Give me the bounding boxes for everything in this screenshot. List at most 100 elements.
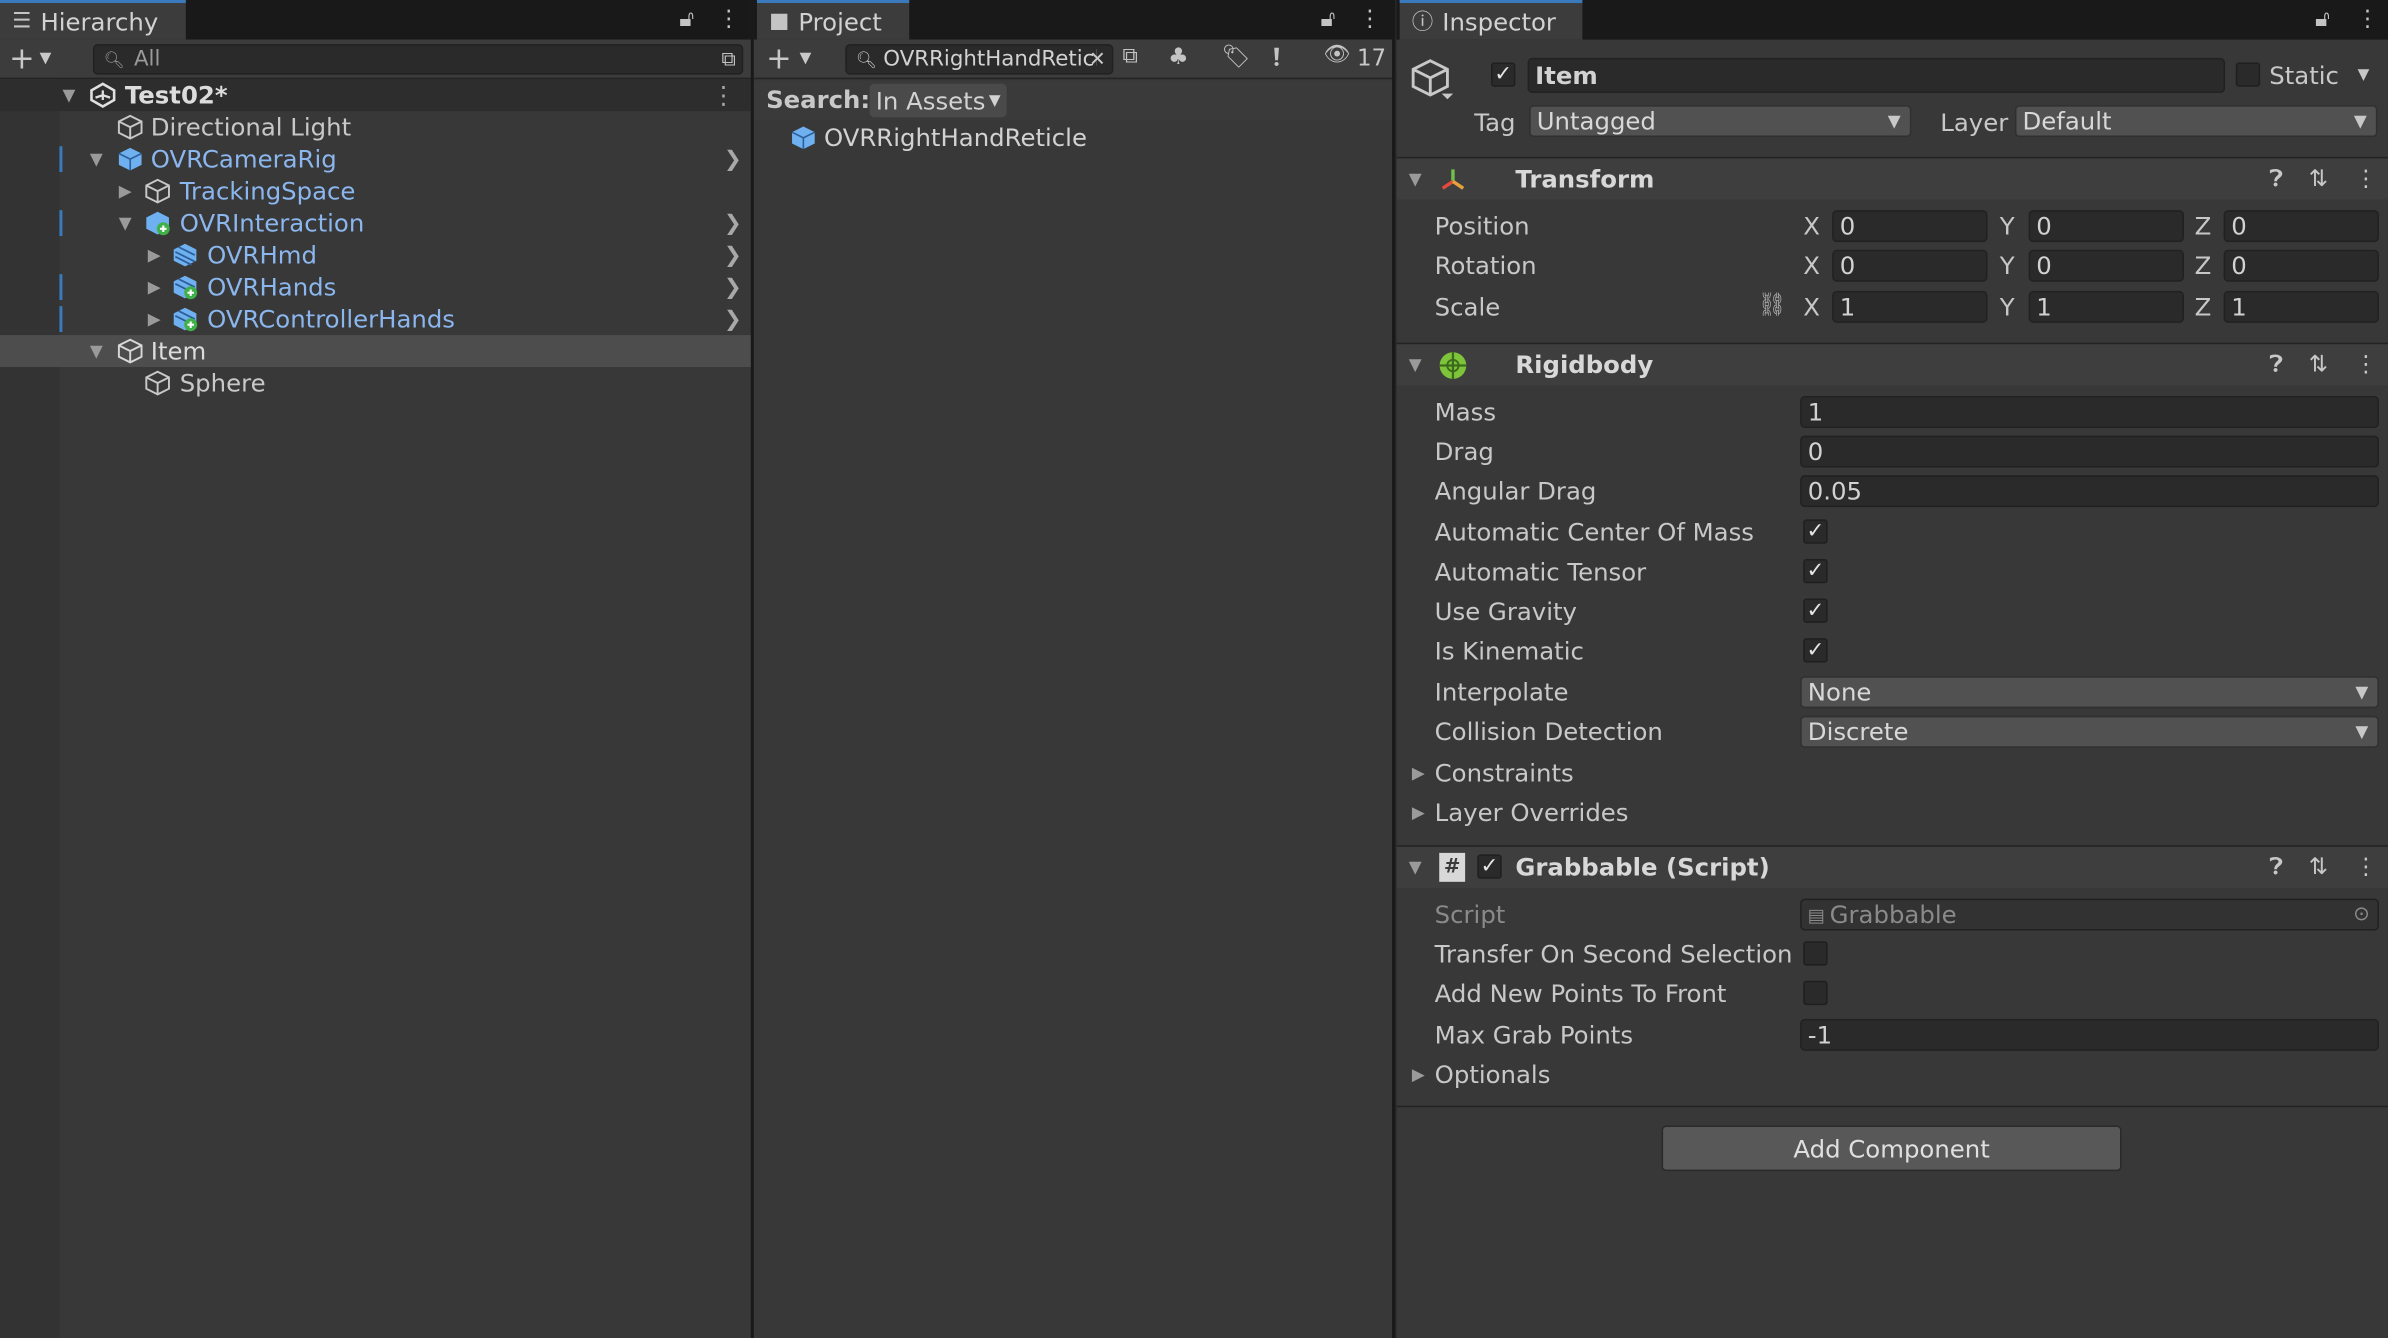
fold-arrow-icon[interactable]: ▼	[90, 149, 103, 169]
project-search-input[interactable]: 🔍︎ OVRRightHandReticl⁠e ✕	[845, 44, 1114, 75]
rotation-x-field[interactable]: 0	[1832, 249, 1988, 282]
add-icon[interactable]: +	[766, 40, 792, 77]
filter-by-type-icon[interactable]: ♣	[1168, 43, 1188, 70]
position-x-field[interactable]: 0	[1832, 210, 1988, 243]
collision-detection-dropdown[interactable]: Discrete ▼	[1800, 715, 2379, 748]
link-scale-icon[interactable]: ⛓︎	[1758, 291, 1787, 318]
kebab-menu-icon[interactable]: ⋮	[2355, 350, 2378, 377]
fold-arrow-icon[interactable]: ▼	[62, 85, 75, 105]
panel-divider[interactable]	[1392, 0, 1396, 1338]
fold-arrow-icon[interactable]: ▼	[119, 213, 132, 233]
scene-search-icon[interactable]: ⧉	[1122, 44, 1137, 68]
lock-icon[interactable]: 🔓︎	[2315, 5, 2330, 32]
help-icon[interactable]: ❓︎	[2269, 164, 2283, 191]
drag-field[interactable]: 0	[1800, 435, 2379, 468]
add-component-button[interactable]: Add Component	[1661, 1125, 2122, 1172]
hierarchy-item-ovrcontrollerhands[interactable]: ▶ OVRControllerHands ❯	[0, 303, 751, 335]
interpolate-dropdown[interactable]: None ▼	[1800, 676, 2379, 709]
auto-tensor-checkbox[interactable]: ✓	[1803, 558, 1828, 584]
object-name-input[interactable]: Item	[1527, 57, 2226, 93]
optionals-foldout[interactable]: Optionals	[1435, 1060, 1551, 1089]
angular-drag-field[interactable]: 0.05	[1800, 475, 2379, 508]
tab-hierarchy[interactable]: ☰ Hierarchy	[0, 0, 186, 40]
presets-icon[interactable]: ⇅	[2309, 853, 2328, 880]
gameobject-large-icon[interactable]	[1410, 58, 1456, 104]
static-checkbox[interactable]	[2235, 62, 2261, 87]
max-grab-points-field[interactable]: -1	[1800, 1018, 2379, 1051]
scene-row[interactable]: ▼ Test02* ⋮	[0, 79, 751, 112]
kebab-menu-icon[interactable]: ⋮	[711, 81, 735, 110]
chevron-right-icon[interactable]: ❯	[724, 211, 742, 235]
presets-icon[interactable]: ⇅	[2309, 164, 2328, 191]
active-checkbox[interactable]: ✓	[1491, 62, 1516, 87]
fold-arrow-icon[interactable]: ▼	[1409, 857, 1422, 877]
kebab-menu-icon[interactable]: ⋮	[717, 5, 740, 32]
scale-y-field[interactable]: 1	[2028, 290, 2184, 323]
chevron-right-icon[interactable]: ❯	[724, 147, 742, 171]
filter-by-label-icon[interactable]: 🏷︎	[1221, 43, 1250, 70]
fold-arrow-icon[interactable]: ▶	[148, 245, 161, 265]
presets-icon[interactable]: ⇅	[2309, 350, 2328, 377]
chevron-right-icon[interactable]: ❯	[724, 243, 742, 267]
rotation-z-field[interactable]: 0	[2223, 249, 2379, 282]
position-y-field[interactable]: 0	[2028, 210, 2184, 243]
rigidbody-header[interactable]: ▼ Rigidbody ❓︎ ⇅ ⋮	[1396, 342, 2388, 386]
tab-project[interactable]: ■ Project	[756, 0, 910, 40]
kebab-menu-icon[interactable]: ⋮	[2355, 853, 2378, 880]
warning-icon[interactable]: ❗︎	[1273, 43, 1280, 73]
help-icon[interactable]: ❓︎	[2269, 853, 2283, 880]
fold-arrow-icon[interactable]: ▼	[90, 341, 103, 361]
help-icon[interactable]: ❓︎	[2269, 350, 2283, 377]
scene-search-icon[interactable]: ⧉	[721, 48, 735, 71]
layer-dropdown[interactable]: Default ▼	[2014, 105, 2378, 138]
scale-z-field[interactable]: 1	[2223, 290, 2379, 323]
chevron-down-icon[interactable]: ▼	[2358, 67, 2370, 84]
grabbable-header[interactable]: ▼ # ✓ Grabbable (Script) ❓︎ ⇅ ⋮	[1396, 845, 2388, 888]
transform-header[interactable]: ▼ Transform ❓︎ ⇅ ⋮	[1396, 156, 2388, 200]
hierarchy-item-directional-light[interactable]: Directional Light	[0, 111, 751, 143]
fold-arrow-icon[interactable]: ▶	[119, 181, 132, 201]
add-icon[interactable]: +	[9, 40, 35, 77]
auto-center-of-mass-checkbox[interactable]: ✓	[1803, 519, 1828, 544]
chevron-right-icon[interactable]: ❯	[724, 307, 742, 331]
tag-dropdown[interactable]: Untagged ▼	[1529, 105, 1912, 138]
hierarchy-search-input[interactable]: 🔍︎ All ⧉	[92, 44, 744, 75]
is-kinematic-checkbox[interactable]: ✓	[1803, 638, 1828, 663]
position-z-field[interactable]: 0	[2223, 210, 2379, 243]
chevron-down-icon[interactable]: ▼	[40, 50, 52, 67]
hierarchy-item-trackingspace[interactable]: ▶ TrackingSpace	[0, 175, 751, 207]
rotation-y-field[interactable]: 0	[2028, 249, 2184, 282]
hierarchy-item-item[interactable]: ▼ Item	[0, 335, 751, 368]
hierarchy-item-ovrcamerarig[interactable]: ▼ OVRCameraRig ❯	[0, 143, 751, 175]
chevron-down-icon[interactable]: ▼	[800, 50, 812, 67]
layer-overrides-foldout[interactable]: Layer Overrides	[1435, 798, 1629, 827]
transfer-on-second-selection-checkbox[interactable]	[1803, 941, 1828, 966]
fold-arrow-icon[interactable]: ▶	[1412, 1065, 1425, 1085]
grabbable-enabled-checkbox[interactable]: ✓	[1477, 854, 1502, 879]
hierarchy-item-ovrhands[interactable]: ▶ OVRHands ❯	[0, 271, 751, 303]
fold-arrow-icon[interactable]: ▼	[1409, 169, 1422, 189]
hierarchy-item-sphere[interactable]: Sphere	[0, 367, 751, 399]
tab-inspector[interactable]: ⓘ Inspector	[1399, 0, 1583, 40]
clear-search-icon[interactable]: ✕	[1089, 48, 1106, 71]
scale-x-field[interactable]: 1	[1832, 290, 1988, 323]
kebab-menu-icon[interactable]: ⋮	[1359, 5, 1382, 32]
lock-icon[interactable]: 🔓︎	[679, 5, 694, 32]
fold-arrow-icon[interactable]: ▶	[1412, 763, 1425, 783]
lock-icon[interactable]: 🔓︎	[1320, 5, 1335, 32]
fold-arrow-icon[interactable]: ▶	[148, 309, 161, 329]
hierarchy-item-ovrhmd[interactable]: ▶ OVRHmd ❯	[0, 239, 751, 271]
fold-arrow-icon[interactable]: ▶	[148, 277, 161, 297]
kebab-menu-icon[interactable]: ⋮	[2356, 5, 2379, 32]
kebab-menu-icon[interactable]: ⋮	[2355, 164, 2378, 191]
project-result-item[interactable]: OVRRightHandReticle	[754, 122, 1394, 154]
mass-field[interactable]: 1	[1800, 395, 2379, 428]
search-scope-dropdown[interactable]: In Assets ▼	[869, 83, 1007, 118]
fold-arrow-icon[interactable]: ▼	[1409, 355, 1422, 375]
use-gravity-checkbox[interactable]: ✓	[1803, 598, 1828, 623]
fold-arrow-icon[interactable]: ▶	[1412, 803, 1425, 823]
constraints-foldout[interactable]: Constraints	[1435, 758, 1574, 787]
hidden-eye-icon[interactable]: 👁︎	[1323, 43, 1350, 67]
hierarchy-item-ovrinteraction[interactable]: ▼ OVRInteraction ❯	[0, 207, 751, 239]
add-new-points-to-front-checkbox[interactable]	[1803, 980, 1828, 1006]
